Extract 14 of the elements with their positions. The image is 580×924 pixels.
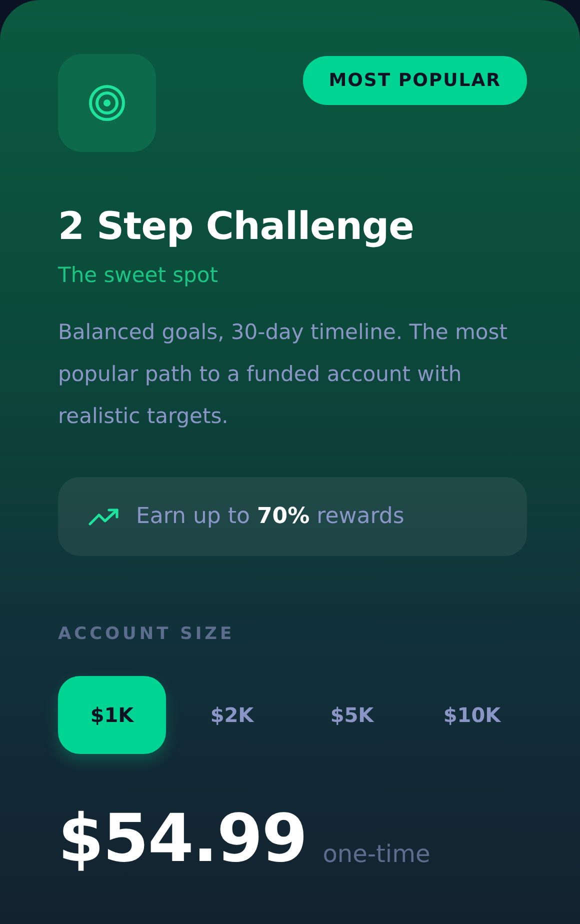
size-option[interactable]: $10K (418, 676, 526, 754)
card-subtitle: The sweet spot (58, 262, 219, 289)
card-title: 2 Step Challenge (58, 204, 415, 250)
reward-text: Earn up to 70% rewards (136, 503, 404, 532)
popular-badge: MOST POPULAR (302, 56, 527, 105)
price-amount: $54.99 (58, 806, 307, 872)
target-icon (88, 84, 126, 122)
trending-up-icon (88, 506, 120, 527)
size-option[interactable]: $5K (298, 676, 406, 754)
size-option[interactable]: $2K (178, 676, 286, 754)
price-note: one-time (322, 838, 430, 870)
card-description: Balanced goals, 30-day timeline. The most popular path to a funded account with realistic targets. (58, 319, 508, 430)
size-option[interactable]: $1K (58, 676, 166, 754)
section-label: ACCOUNT SIZE (58, 623, 236, 646)
